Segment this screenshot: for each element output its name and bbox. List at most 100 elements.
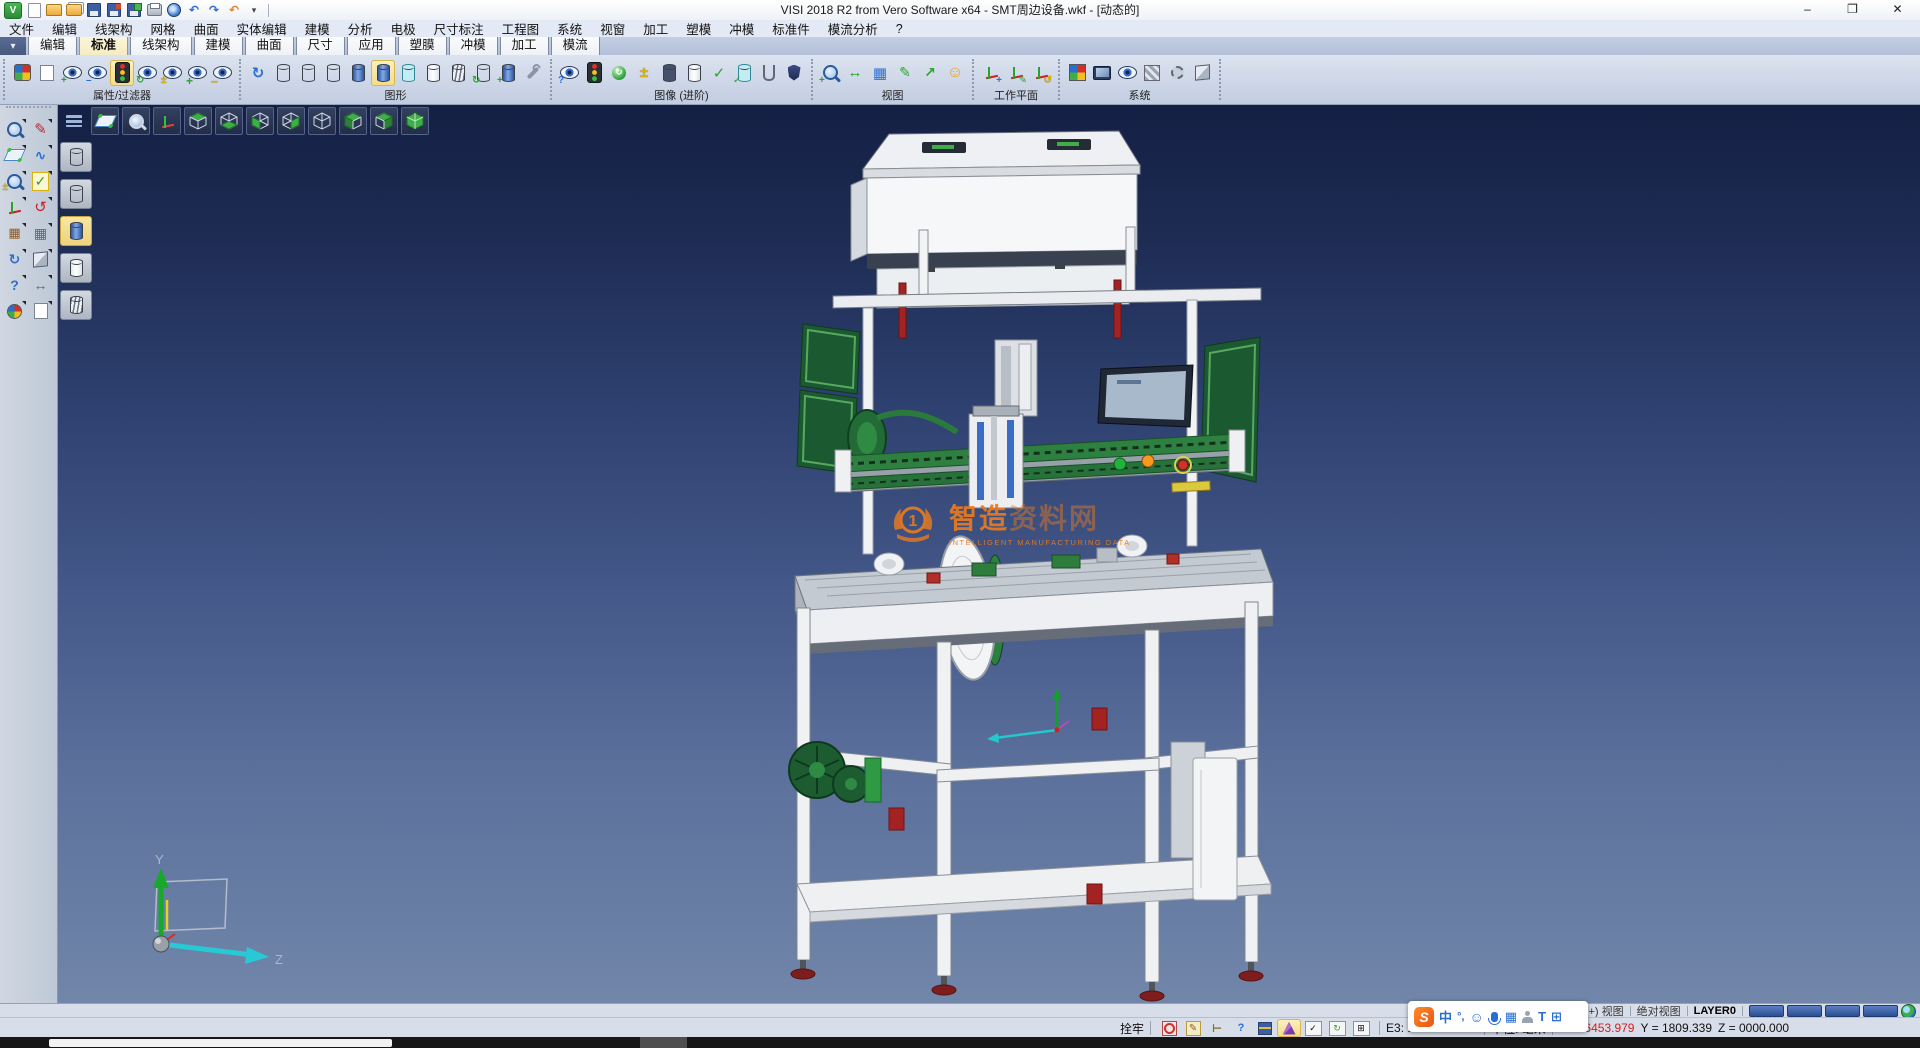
view-right-cube-icon[interactable] — [370, 107, 398, 135]
menu-item[interactable]: 系统 — [548, 19, 591, 38]
ime-toolbox-icon[interactable]: ⊞ — [1551, 1009, 1562, 1025]
drawing-sheet-icon[interactable] — [29, 300, 53, 322]
maximize-button[interactable]: ❐ — [1830, 0, 1875, 20]
system-monitor-icon[interactable] — [1091, 61, 1113, 85]
print-icon[interactable] — [147, 4, 162, 16]
ucs-view-icon[interactable] — [153, 107, 181, 135]
verify-solid-icon[interactable]: ✓ — [733, 61, 755, 85]
taskbar-search-box[interactable] — [49, 1039, 392, 1047]
help-icon[interactable]: ? — [3, 274, 27, 296]
zoom-orbit-icon[interactable] — [3, 118, 27, 140]
show-all-icon[interactable]: + — [186, 61, 208, 85]
protect-icon[interactable] — [783, 61, 805, 85]
menu-item[interactable]: 曲面 — [185, 19, 228, 38]
render-settings-icon[interactable]: ↻ — [472, 61, 494, 85]
ime-language-icon[interactable]: 中 — [1439, 1007, 1452, 1026]
plane-select-icon[interactable] — [3, 144, 27, 166]
hatch-shading-button[interactable] — [60, 290, 92, 320]
menu-item[interactable]: 文件 — [0, 19, 43, 38]
window-panes-icon[interactable]: ▦ — [29, 222, 53, 244]
attribute-paint-icon[interactable] — [11, 61, 33, 85]
render-ball-icon[interactable]: ↻ — [608, 61, 630, 85]
hidden-line-button[interactable] — [60, 179, 92, 209]
menu-item[interactable]: 加工 — [634, 19, 677, 38]
shade-color-icon[interactable]: + — [497, 61, 519, 85]
redo-icon[interactable]: ↷ — [206, 3, 222, 18]
edit-dimension-icon[interactable]: ✎ — [29, 118, 53, 140]
regen-icon[interactable]: ↻ — [247, 61, 269, 85]
system-settings-icon[interactable] — [1166, 61, 1188, 85]
spline-edit-icon[interactable]: ∿ — [29, 144, 53, 166]
menu-item[interactable]: 标准件 — [763, 19, 819, 38]
menu-item[interactable]: 模流分析 — [819, 19, 887, 38]
qat-dropdown-icon[interactable]: ▾ — [246, 3, 262, 18]
solid-light-icon[interactable] — [683, 61, 705, 85]
ruler-icon[interactable]: ⊢ — [1206, 1020, 1228, 1036]
attach-icon[interactable] — [758, 61, 780, 85]
transparent-mode-icon[interactable] — [397, 61, 419, 85]
menu-item[interactable]: 塑模 — [677, 19, 720, 38]
new-file-icon[interactable] — [28, 3, 41, 18]
menu-item[interactable]: 分析 — [339, 19, 382, 38]
toolbar-grip[interactable] — [6, 106, 51, 114]
dynamic-view-icon[interactable]: ↗ — [919, 61, 941, 85]
ime-skin-icon[interactable]: T — [1538, 1009, 1546, 1024]
workplane-find-icon[interactable]: + — [980, 61, 1002, 85]
view-front-cube-icon[interactable] — [246, 107, 274, 135]
menu-item[interactable]: 线架构 — [86, 19, 142, 38]
menu-item[interactable]: 编辑 — [43, 19, 86, 38]
menu-item[interactable]: 工程图 — [493, 19, 549, 38]
taskbar-app-button[interactable] — [640, 1037, 687, 1048]
ime-account-icon[interactable] — [1522, 1011, 1533, 1023]
view-top-cube-icon[interactable] — [184, 107, 212, 135]
annotate-icon[interactable]: ✎ — [1182, 1020, 1204, 1036]
workplane-align-icon[interactable]: ↺ — [1030, 61, 1052, 85]
layer-color-swatch[interactable] — [1749, 1005, 1784, 1017]
ucs-icon[interactable] — [3, 196, 27, 218]
pan-view-icon[interactable]: ↔ — [844, 61, 866, 85]
hidden-line-mode-icon[interactable] — [297, 61, 319, 85]
view-iso-wire-cube-icon[interactable] — [308, 107, 336, 135]
ime-punctuation-icon[interactable]: °, — [1457, 1011, 1464, 1023]
inspect-view-icon[interactable]: ? — [558, 61, 580, 85]
undo-history-icon[interactable]: ↶ — [226, 3, 242, 18]
system-axo-icon[interactable] — [1191, 61, 1213, 85]
save-as-icon[interactable] — [107, 3, 121, 17]
verify-icon[interactable]: ✓ — [708, 61, 730, 85]
ime-emoji-icon[interactable]: ☺ — [1469, 1009, 1483, 1025]
menu-item[interactable]: ? — [887, 22, 912, 36]
view-smiley-icon[interactable]: ☺ — [944, 61, 966, 85]
system-view-icon[interactable] — [1116, 61, 1138, 85]
close-button[interactable]: ✕ — [1875, 0, 1920, 20]
workplane-edit-icon[interactable]: ✎ — [1005, 61, 1027, 85]
dashed-hidden-mode-icon[interactable] — [322, 61, 344, 85]
tab-overflow-button[interactable]: ▾ — [0, 37, 26, 55]
zoom-window-icon[interactable] — [122, 107, 150, 135]
zoom-extents-icon[interactable]: + — [819, 61, 841, 85]
layer-stack-icon[interactable]: ▦ — [3, 222, 27, 244]
undo-icon[interactable]: ↶ — [186, 3, 202, 18]
solid-cube-icon[interactable] — [29, 248, 53, 270]
filter-traffic-light-icon[interactable] — [111, 61, 133, 85]
system-checker-icon[interactable] — [1141, 61, 1163, 85]
layer-color-swatch[interactable] — [1825, 1005, 1860, 1017]
view-iso-solid-cube-icon[interactable] — [401, 107, 429, 135]
flat-mode-icon[interactable] — [422, 61, 444, 85]
snap-lock-label[interactable]: 拴牢 — [1120, 1020, 1144, 1037]
save-all-icon[interactable] — [127, 3, 141, 17]
edit-plusminus-icon[interactable]: ± — [633, 61, 655, 85]
ime-keyboard-icon[interactable]: ▦ — [1505, 1009, 1517, 1025]
refresh-toggle-icon[interactable]: ↻ — [1326, 1020, 1348, 1036]
menu-item[interactable]: 尺寸标注 — [425, 19, 493, 38]
display-options-icon[interactable] — [522, 61, 544, 85]
curve-edit-icon[interactable]: ↺ — [29, 196, 53, 218]
sogou-logo-icon[interactable]: S — [1414, 1007, 1434, 1027]
validate-icon[interactable]: ✓ — [29, 170, 53, 192]
open-file-icon[interactable] — [46, 4, 62, 16]
view-back-cube-icon[interactable] — [277, 107, 305, 135]
show-entities-icon[interactable]: + — [61, 61, 83, 85]
menu-item[interactable]: 建模 — [296, 19, 339, 38]
solid-dark-icon[interactable] — [658, 61, 680, 85]
shaded-mode-icon[interactable] — [347, 61, 369, 85]
hide-all-icon[interactable]: – — [211, 61, 233, 85]
